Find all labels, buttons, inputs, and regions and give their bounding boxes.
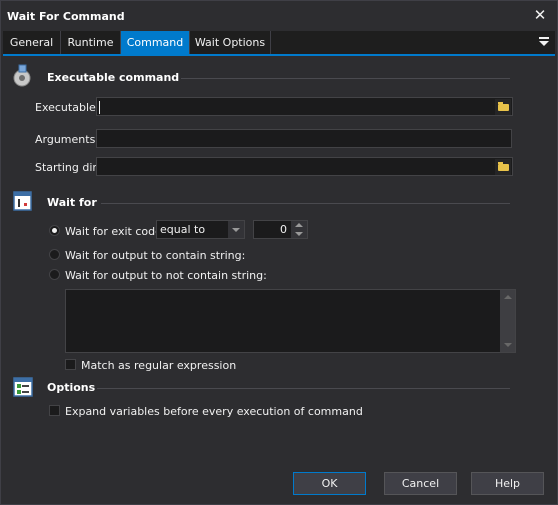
expand-variables-checkbox[interactable] [49,405,60,416]
comparison-value: equal to [160,223,206,236]
starting-dir-browse-button[interactable] [495,159,511,175]
folder-icon [498,162,509,171]
executable-label: Executable: [35,101,100,114]
tab-general[interactable]: General [3,31,61,54]
tab-strip: General Runtime Command Wait Options [3,31,555,56]
executable-section-title: Executable command [47,71,180,84]
wait-for-section-divider [101,203,510,204]
ok-button[interactable]: OK [293,472,366,495]
contain-string-radio[interactable] [49,249,60,260]
chevron-down-icon[interactable] [228,221,244,238]
exit-code-label: Wait for exit code [65,225,162,238]
help-button[interactable]: Help [471,472,544,495]
stepper-up-icon[interactable] [295,223,303,227]
stepper-down-icon[interactable] [295,232,303,236]
output-string-textarea[interactable] [65,289,516,353]
exit-code-value: 0 [280,223,287,236]
arguments-input[interactable] [96,129,512,148]
title-bar: Wait For Command ✕ [1,1,557,31]
not-contain-string-label: Wait for output to not contain string: [65,269,267,282]
regex-checkbox[interactable] [65,359,76,370]
tab-wait-options[interactable]: Wait Options [190,31,271,54]
arguments-label: Arguments: [35,133,100,146]
not-contain-string-radio[interactable] [49,269,60,280]
executable-section-divider [181,78,510,79]
dialog-window: Wait For Command ✕ General Runtime Comma… [0,0,558,505]
options-checklist-icon [13,377,33,397]
wait-for-section-title: Wait for [47,196,97,209]
cancel-button[interactable]: Cancel [384,472,457,495]
tab-command[interactable]: Command [121,31,190,54]
tab-runtime[interactable]: Runtime [61,31,121,54]
scroll-down-icon[interactable] [504,343,512,347]
starting-dir-label: Starting dir: [35,161,101,174]
wait-for-icon [13,191,32,211]
text-caret [99,101,100,114]
output-scrollbar[interactable] [500,290,515,352]
executable-input[interactable] [96,97,513,116]
contain-string-label: Wait for output to contain string: [65,249,246,262]
regex-label: Match as regular expression [81,359,237,372]
scroll-up-icon[interactable] [504,295,512,299]
exit-code-radio[interactable] [49,225,60,236]
stepper-buttons[interactable] [291,221,307,238]
executable-gear-icon [13,64,31,87]
comparison-select[interactable]: equal to [156,220,245,239]
options-section-divider [97,388,510,389]
close-icon[interactable]: ✕ [531,6,549,24]
starting-dir-input[interactable] [96,157,513,176]
expand-variables-label: Expand variables before every execution … [65,405,363,418]
folder-icon [498,102,509,111]
window-title: Wait For Command [7,10,125,23]
executable-browse-button[interactable] [495,99,511,115]
tab-menu-icon[interactable] [539,35,551,49]
exit-code-stepper[interactable]: 0 [253,220,308,239]
options-section-title: Options [47,381,96,394]
